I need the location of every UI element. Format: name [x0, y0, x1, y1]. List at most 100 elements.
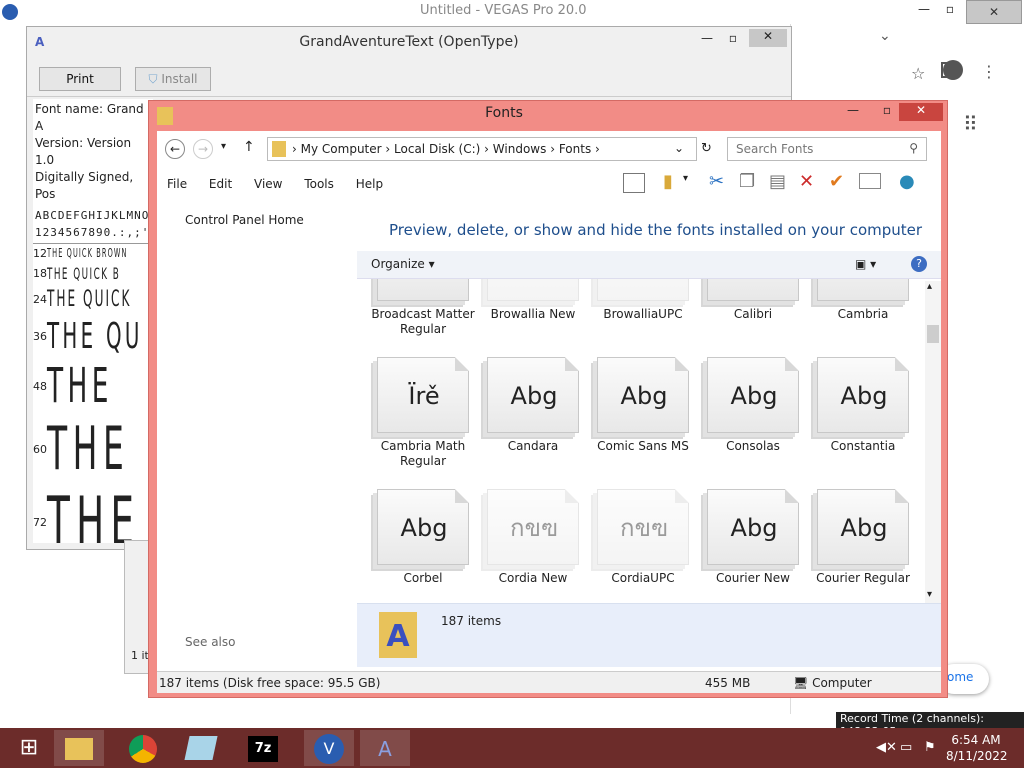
vegas-minimize-button[interactable]: —	[914, 2, 934, 20]
up-button[interactable]: ↑	[243, 139, 255, 155]
scroll-down-icon[interactable]: ▾	[927, 589, 932, 600]
font-tile[interactable]: Abg Candara	[467, 357, 579, 489]
taskbar-app[interactable]	[176, 730, 226, 766]
font-glyph-sample: กขฃ	[510, 514, 558, 542]
apps-grid-icon[interactable]: ⠿	[963, 112, 978, 136]
font-tile[interactable]: Abg Corbel	[357, 489, 469, 603]
folder-icon	[65, 738, 93, 760]
paste-icon[interactable]: ▤	[769, 171, 786, 192]
action-center-icon[interactable]: ⚑	[924, 740, 936, 755]
font-tile[interactable]: Abg Comic Sans MS	[577, 357, 689, 489]
font-tile[interactable]: ∑√≠Broadcast Matter Regular	[357, 279, 475, 357]
taskbar-explorer[interactable]	[54, 730, 104, 766]
fonts-close-button[interactable]: ✕	[899, 103, 943, 121]
install-button[interactable]: ⛉ Install	[135, 67, 211, 91]
font-tile[interactable]: Abg Consolas	[687, 357, 799, 489]
taskbar-chrome[interactable]	[118, 730, 168, 766]
font-tile[interactable]: Abg Courier Regular	[797, 489, 910, 603]
taskbar-vegas[interactable]: V	[304, 730, 354, 766]
command-toolbar: ▮ ▾ ✂ ❐ ▤ ✕ ✔ ●	[623, 171, 933, 199]
fonts-maximize-button[interactable]: ▫	[877, 103, 897, 117]
start-button[interactable]: ⊞	[4, 730, 54, 766]
menu-file[interactable]: File	[167, 177, 187, 191]
address-bar[interactable]: › My Computer › Local Disk (C:) › Window…	[267, 137, 697, 161]
font-tile[interactable]: Abg Courier New	[687, 489, 799, 603]
font-glyph-sample: Ïrě	[408, 382, 440, 410]
fonts-minimize-button[interactable]: —	[843, 103, 863, 117]
font-tile[interactable]: Abg Constantia	[797, 357, 909, 489]
font-tile[interactable]: กขฃ Cordia New	[467, 489, 579, 603]
font-sample-row: 36 THE QU	[33, 314, 153, 358]
details-pane: A 187 items	[357, 603, 941, 667]
properties-check-icon[interactable]: ✔	[829, 171, 844, 192]
font-tile[interactable]: กขฃ CordiaUPC	[577, 489, 689, 603]
scroll-up-icon[interactable]: ▴	[927, 281, 932, 292]
breadcrumb-fonts[interactable]: Fonts	[559, 142, 591, 156]
cut-icon[interactable]: ✂	[709, 171, 724, 192]
breadcrumb-separator-icon: ›	[550, 142, 559, 156]
vegas-maximize-button[interactable]: ▫	[940, 2, 960, 20]
search-input[interactable]: Search Fonts ⚲	[727, 137, 927, 161]
taskbar-7zip[interactable]: 7z	[238, 730, 288, 766]
system-clock[interactable]: 6:54 AM 8/11/2022	[946, 732, 1008, 764]
menu-edit[interactable]: Edit	[209, 177, 232, 191]
font-window-maximize-button[interactable]: ▫	[723, 31, 743, 45]
vegas-close-button[interactable]: ✕	[966, 0, 1022, 24]
delete-icon[interactable]: ✕	[799, 171, 814, 192]
email-icon[interactable]	[859, 173, 881, 189]
status-size: 455 MB	[705, 676, 751, 690]
menu-view[interactable]: View	[254, 177, 282, 191]
font-glyph-sample: Abg	[840, 514, 888, 542]
breadcrumb-local-disk[interactable]: Local Disk (C:)	[394, 142, 480, 156]
menu-tools[interactable]: Tools	[304, 177, 334, 191]
refresh-icon[interactable]: ↻	[701, 141, 712, 156]
vegas-icon: V	[314, 734, 344, 764]
font-sample-row: 24 THE QUICK	[33, 285, 153, 314]
globe-icon[interactable]: ●	[899, 171, 915, 192]
copy-icon[interactable]: ❐	[739, 171, 755, 192]
taskbar-font-viewer[interactable]: A	[360, 730, 410, 766]
toolbar-dropdown-icon[interactable]: ▾	[683, 173, 688, 184]
change-view-button[interactable]: ▣ ▾	[855, 257, 883, 271]
chevron-down-icon[interactable]: ⌄	[879, 28, 891, 44]
volume-muted-icon[interactable]: ◀✕	[876, 740, 897, 755]
recent-locations-chevron-icon[interactable]: ▾	[221, 141, 226, 152]
font-preview-icon: กขฃ	[487, 279, 579, 301]
font-window-close-button[interactable]: ✕	[749, 29, 787, 47]
preview-pane-icon[interactable]	[623, 173, 645, 193]
organize-button[interactable]: Organize ▾	[371, 257, 435, 271]
font-sample-text: THE	[47, 482, 141, 543]
font-tile[interactable]: Ïrě Cambria Math Regular	[357, 357, 469, 489]
font-tiles-grid: ∑√≠Broadcast Matter RegularกขฃBrowallia …	[357, 279, 925, 603]
font-tile[interactable]: กขฃBrowallia New	[467, 279, 579, 357]
more-icon[interactable]: ⋮	[981, 62, 997, 81]
scrollbar-thumb[interactable]	[927, 325, 939, 343]
star-icon[interactable]: ☆	[911, 64, 925, 83]
font-glyph-sample: Abg	[730, 514, 778, 542]
font-tile[interactable]: กขฃBrowalliaUPC	[577, 279, 690, 357]
menu-help[interactable]: Help	[356, 177, 383, 191]
scrollbar[interactable]: ▴ ▾	[925, 281, 941, 603]
network-icon[interactable]: ▭	[900, 740, 912, 755]
font-sample-row: 72 THE	[33, 482, 153, 543]
profile-avatar[interactable]	[943, 60, 963, 80]
font-tile[interactable]: Abg Cambria	[797, 279, 909, 357]
back-button[interactable]: ←	[165, 139, 185, 159]
font-tile[interactable]: AbgCalibri	[687, 279, 799, 357]
see-also-label: See also	[185, 635, 236, 649]
control-panel-home-link[interactable]: Control Panel Home	[185, 213, 304, 227]
breadcrumb-windows[interactable]: Windows	[493, 142, 547, 156]
help-icon[interactable]: ?	[911, 256, 927, 272]
font-glyph-sample: Abg	[510, 382, 558, 410]
font-window-minimize-button[interactable]: —	[697, 31, 717, 45]
breadcrumb-my-computer[interactable]: My Computer	[301, 142, 382, 156]
address-dropdown-icon[interactable]: ⌄	[674, 141, 684, 155]
forward-button[interactable]: →	[193, 139, 213, 159]
font-sample-text: THE QUICK B	[47, 264, 121, 284]
font-glyph-sample: กขฃ	[598, 279, 690, 302]
status-location-label: Computer	[812, 676, 872, 690]
font-glyph-sample: Abg	[730, 382, 778, 410]
print-button[interactable]: Print	[39, 67, 121, 91]
folder-options-icon[interactable]: ▮	[663, 171, 673, 192]
font-sample-text: THE	[47, 414, 130, 485]
